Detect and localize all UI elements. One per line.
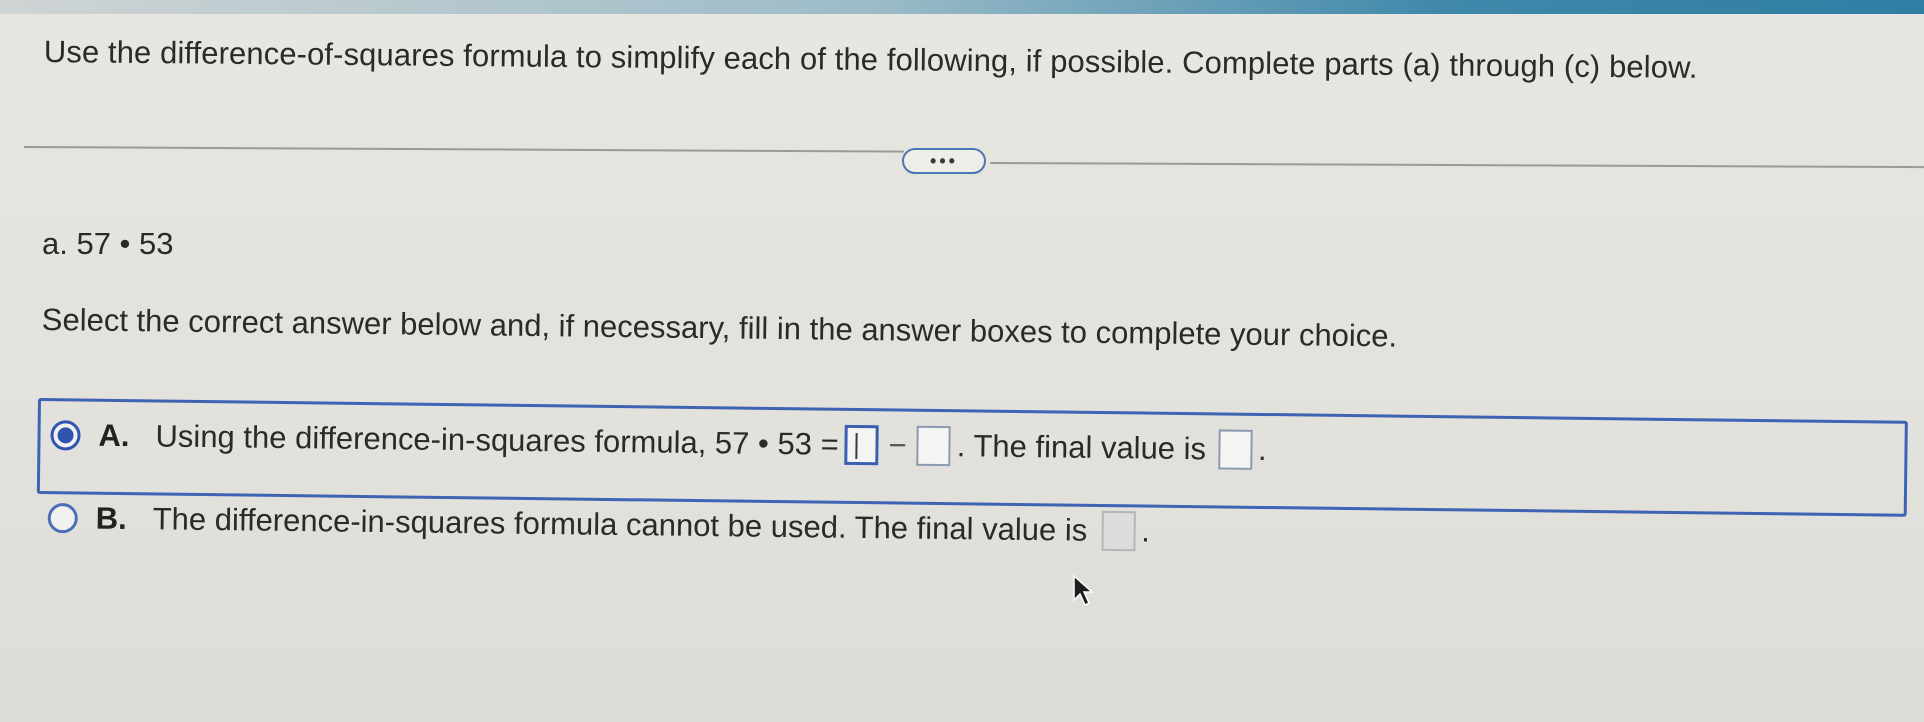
page: Use the difference-of-squares formula to… xyxy=(0,0,1924,722)
choice-b-option[interactable]: B. The difference-in-squares formula can… xyxy=(47,498,1151,552)
text-caret xyxy=(855,432,858,460)
choice-a-final-text: . The final value is xyxy=(956,428,1207,467)
divider-line-right xyxy=(989,162,1924,169)
choice-b-text: The difference-in-squares formula cannot… xyxy=(152,501,1088,548)
minus-operator: − xyxy=(888,427,907,463)
instruction-text: Select the correct answer below and, if … xyxy=(41,302,1398,354)
part-a-label: a. 57 • 53 xyxy=(42,226,174,261)
answer-box-square-1[interactable] xyxy=(844,424,879,466)
choice-b-period: . xyxy=(1141,513,1151,549)
choice-b-radio[interactable] xyxy=(47,502,78,534)
choice-a-letter: A. xyxy=(98,417,130,454)
choice-a-period: . xyxy=(1257,431,1267,468)
radio-selected-dot-icon xyxy=(57,427,74,444)
choice-a-option[interactable]: A. Using the difference-in-squares formu… xyxy=(36,398,1908,517)
mouse-pointer-icon xyxy=(1073,574,1094,607)
choice-b-letter: B. xyxy=(95,500,127,536)
top-header-bar xyxy=(0,0,1924,14)
choice-a-text: Using the difference-in-squares formula,… xyxy=(155,418,839,462)
expand-more-button[interactable]: ••• xyxy=(902,148,986,174)
choice-a-radio[interactable] xyxy=(50,420,81,451)
answer-box-square-2[interactable] xyxy=(916,425,952,467)
divider-line-left xyxy=(23,146,904,153)
answer-box-final-value-b[interactable] xyxy=(1100,510,1136,552)
answer-box-final-value-a[interactable] xyxy=(1217,429,1253,470)
question-prompt: Use the difference-of-squares formula to… xyxy=(43,34,1698,85)
choice-a-row: A. Using the difference-in-squares formu… xyxy=(50,415,1267,470)
